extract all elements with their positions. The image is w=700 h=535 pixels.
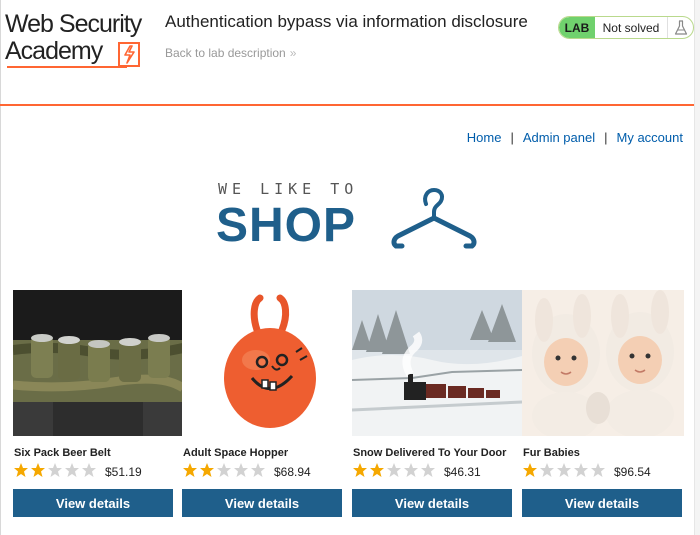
star-empty-icon xyxy=(404,463,418,477)
lab-status-widget: LAB Not solved xyxy=(558,16,694,39)
lab-title: Authentication bypass via information di… xyxy=(165,12,528,31)
product-image-beer-belt[interactable] xyxy=(13,290,183,436)
product-rating xyxy=(522,461,607,479)
star-filled-icon xyxy=(353,463,367,477)
nav-my-account-link[interactable]: My account xyxy=(617,130,683,145)
star-empty-icon xyxy=(421,463,435,477)
star-empty-icon xyxy=(82,463,96,477)
product-name: Adult Space Hopper xyxy=(183,447,289,459)
logo-underline xyxy=(7,66,127,68)
logo-text-line1: Web Security xyxy=(5,10,142,38)
lab-status-text: Not solved xyxy=(602,20,660,35)
banner-shop-word: SHOP xyxy=(216,199,357,252)
product-price: $68.94 xyxy=(274,465,311,479)
shop-banner: WE LIKE TO SHOP xyxy=(216,178,486,256)
star-empty-icon xyxy=(540,463,554,477)
product-name: Six Pack Beer Belt xyxy=(14,447,111,459)
product-rating xyxy=(13,461,98,479)
star-empty-icon xyxy=(251,463,265,477)
banner-tagline: WE LIKE TO xyxy=(218,180,359,198)
product-grid: Six Pack Beer Belt $51.19 View details A… xyxy=(13,290,684,520)
product-price: $51.19 xyxy=(105,465,142,479)
nav-separator: | xyxy=(604,130,608,145)
page: Web Security Academy Authentication bypa… xyxy=(0,0,700,535)
top-nav: Home | Admin panel | My account xyxy=(467,130,683,145)
view-details-button[interactable]: View details xyxy=(522,489,682,517)
star-filled-icon xyxy=(183,463,197,477)
view-details-button[interactable]: View details xyxy=(182,489,342,517)
product-card: Fur Babies $96.54 View details xyxy=(522,290,684,518)
view-details-button[interactable]: View details xyxy=(352,489,512,517)
logo-bolt-icon xyxy=(118,42,140,67)
vertical-scrollbar[interactable] xyxy=(694,0,700,535)
star-empty-icon xyxy=(574,463,588,477)
nav-admin-panel-link[interactable]: Admin panel xyxy=(523,130,595,145)
back-link-label: Back to lab description xyxy=(165,46,286,60)
star-empty-icon xyxy=(234,463,248,477)
star-empty-icon xyxy=(591,463,605,477)
star-filled-icon xyxy=(370,463,384,477)
window-edge xyxy=(0,0,1,535)
product-card: Adult Space Hopper $68.94 View details xyxy=(182,290,352,518)
star-filled-icon xyxy=(31,463,45,477)
star-empty-icon xyxy=(48,463,62,477)
academy-logo[interactable]: Web Security Academy xyxy=(5,10,155,70)
flask-icon xyxy=(667,17,693,38)
star-filled-icon xyxy=(523,463,537,477)
clothes-hanger-icon xyxy=(391,187,477,249)
product-image-snow-train[interactable] xyxy=(352,290,522,436)
product-card: Six Pack Beer Belt $51.19 View details xyxy=(13,290,183,518)
nav-home-link[interactable]: Home xyxy=(467,130,502,145)
header-divider xyxy=(0,104,694,106)
star-filled-icon xyxy=(14,463,28,477)
product-price: $46.31 xyxy=(444,465,481,479)
star-filled-icon xyxy=(200,463,214,477)
back-to-lab-description-link[interactable]: Back to lab description» xyxy=(165,46,296,60)
product-card: Snow Delivered To Your Door $46.31 View … xyxy=(352,290,522,518)
star-empty-icon xyxy=(65,463,79,477)
star-empty-icon xyxy=(387,463,401,477)
nav-separator: | xyxy=(510,130,514,145)
product-rating xyxy=(352,461,437,479)
product-name: Fur Babies xyxy=(523,447,580,459)
view-details-button[interactable]: View details xyxy=(13,489,173,517)
double-chevron-right-icon: » xyxy=(289,46,297,60)
product-price: $96.54 xyxy=(614,465,651,479)
product-rating xyxy=(182,461,267,479)
star-empty-icon xyxy=(557,463,571,477)
product-image-space-hopper[interactable] xyxy=(182,290,352,436)
star-empty-icon xyxy=(217,463,231,477)
product-image-fur-babies[interactable] xyxy=(522,290,684,436)
logo-text-line2: Academy xyxy=(5,37,103,65)
lab-badge: LAB xyxy=(559,17,595,38)
product-name: Snow Delivered To Your Door xyxy=(353,447,507,459)
